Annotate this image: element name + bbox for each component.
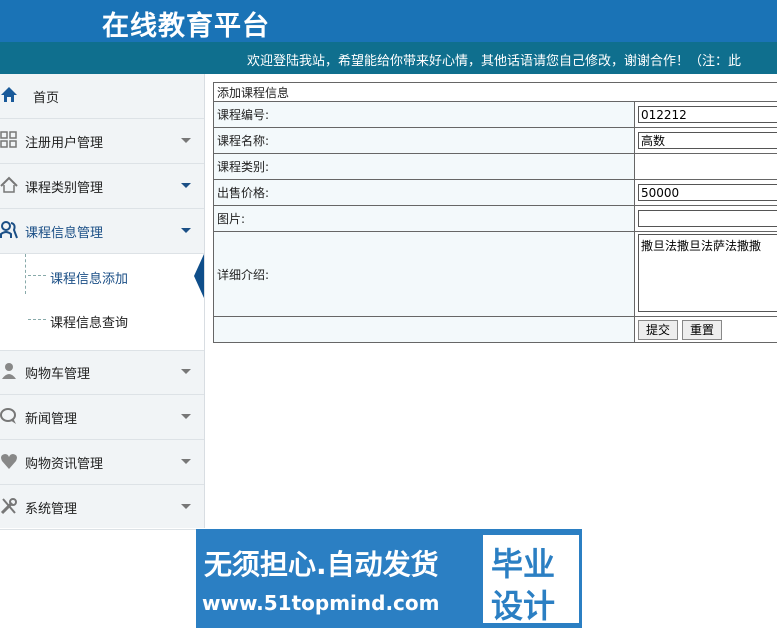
house-icon <box>0 174 18 196</box>
sidebar-item-news[interactable]: 新闻管理 <box>0 395 204 440</box>
table-row: 课程类别: <box>213 153 777 180</box>
active-indicator <box>194 254 204 298</box>
submenu-item-course-query[interactable]: 课程信息查询 <box>0 298 204 342</box>
course-code-label: 课程编号: <box>213 101 635 128</box>
sidebar-item-label: 课程类别管理 <box>25 181 104 196</box>
sidebar-item-label: 购物车管理 <box>25 367 91 382</box>
course-category-label: 课程类别: <box>213 153 635 180</box>
sidebar-item-users[interactable]: 注册用户管理 <box>0 119 204 164</box>
sidebar-item-label: 新闻管理 <box>25 412 78 427</box>
course-category-cell[interactable] <box>634 153 777 180</box>
users-icon <box>0 219 18 241</box>
watermark-banner: 无须担心.自动发货 www.51topmind.com 毕业 设计 <box>196 529 582 628</box>
price-label: 出售价格: <box>213 179 635 206</box>
reset-button[interactable]: 重置 <box>682 319 722 340</box>
watermark-url: www.51topmind.com <box>202 591 440 615</box>
sidebar-item-course-category[interactable]: 课程类别管理 <box>0 164 204 209</box>
chevron-down-icon <box>181 183 191 188</box>
form-caption: 添加课程信息 <box>213 82 777 102</box>
header-bar: 在线教育平台 <box>0 0 777 42</box>
chevron-down-icon <box>181 414 191 419</box>
course-add-form: 添加课程信息 课程编号: 课程名称: 课程类别: 出售价格: 图片: 详细介绍:… <box>213 82 777 343</box>
sidebar-item-label: 购物资讯管理 <box>25 457 104 472</box>
sidebar-item-shopping-news[interactable]: 购物资讯管理 <box>0 440 204 485</box>
course-name-label: 课程名称: <box>213 127 635 154</box>
chevron-down-icon <box>181 459 191 464</box>
watermark-badge: 毕业 设计 <box>483 535 579 625</box>
table-row: 提交 重置 <box>213 316 777 343</box>
watermark-slogan: 无须担心.自动发货 <box>204 548 439 581</box>
chevron-down-icon <box>181 228 191 233</box>
submenu-item-course-add[interactable]: 课程信息添加 <box>0 254 204 298</box>
home-icon <box>0 84 18 106</box>
heart-icon <box>0 450 18 472</box>
submenu-item-label: 课程信息添加 <box>50 272 129 287</box>
course-info-submenu: 课程信息添加 课程信息查询 <box>0 254 204 351</box>
sidebar-item-home[interactable]: 首页 <box>0 74 204 119</box>
sidebar: 首页 注册用户管理 课程类别管理 课程信息管理 课程信息添加 课程信息查询 购物… <box>0 74 205 530</box>
grid-icon <box>0 129 18 151</box>
detail-label: 详细介绍: <box>213 231 635 317</box>
sidebar-item-label: 课程信息管理 <box>25 226 104 241</box>
chat-icon <box>0 405 18 427</box>
sidebar-item-label: 系统管理 <box>25 502 78 517</box>
sidebar-item-label: 首页 <box>33 91 60 106</box>
table-row: 详细介绍: 撒旦法撒旦法萨法撒撒 <box>213 231 777 317</box>
sidebar-item-system[interactable]: 系统管理 <box>0 485 204 530</box>
submit-button[interactable]: 提交 <box>638 319 678 340</box>
image-input[interactable] <box>638 210 777 227</box>
table-row: 图片: <box>213 205 777 232</box>
table-row: 课程编号: <box>213 101 777 128</box>
tools-icon <box>0 495 18 517</box>
chevron-down-icon <box>181 504 191 509</box>
detail-textarea[interactable]: 撒旦法撒旦法萨法撒撒 <box>638 233 777 312</box>
watermark-badge-bottom: 设计 <box>491 587 556 625</box>
chevron-down-icon <box>181 138 191 143</box>
marquee-bar: 欢迎登陆我站，希望能给你带来好心情，其他话语请您自己修改，谢谢合作！（注：此 <box>0 42 777 74</box>
welcome-marquee: 欢迎登陆我站，希望能给你带来好心情，其他话语请您自己修改，谢谢合作！（注：此 <box>247 54 742 69</box>
image-label: 图片: <box>213 205 635 232</box>
button-row-label <box>213 316 635 343</box>
chevron-down-icon <box>181 369 191 374</box>
table-row: 出售价格: <box>213 179 777 206</box>
user-icon <box>0 360 18 382</box>
submenu-item-label: 课程信息查询 <box>50 316 129 331</box>
sidebar-item-course-info[interactable]: 课程信息管理 <box>0 209 204 254</box>
tree-branch <box>28 319 46 320</box>
tree-line <box>25 254 26 294</box>
price-input[interactable] <box>638 184 777 201</box>
sidebar-item-cart[interactable]: 购物车管理 <box>0 350 204 395</box>
table-row: 课程名称: <box>213 127 777 154</box>
sidebar-item-label: 注册用户管理 <box>25 136 104 151</box>
tree-branch <box>28 275 46 276</box>
app-title: 在线教育平台 <box>102 11 270 42</box>
watermark-badge-top: 毕业 <box>491 545 556 583</box>
course-code-input[interactable] <box>638 106 777 123</box>
course-name-input[interactable] <box>638 132 777 149</box>
